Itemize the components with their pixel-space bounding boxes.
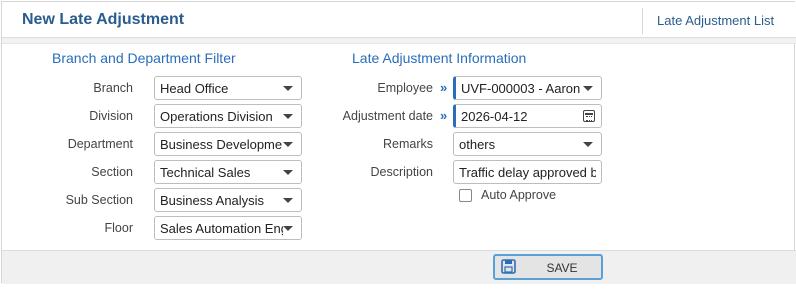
calendar-icon[interactable] (583, 110, 595, 122)
adjustment-date-label: Adjustment date (342, 109, 433, 123)
division-label: Division (89, 109, 133, 123)
employee-select[interactable]: UVF-000003 - Aaron (453, 76, 602, 100)
adjustment-date-value: 2026-04-12 (461, 109, 528, 124)
sub-section-select[interactable]: Business Analysis (154, 188, 302, 212)
description-label: Description (370, 165, 433, 179)
save-label: SAVE (546, 261, 578, 275)
double-chevron-right-icon: » (440, 108, 448, 123)
auto-approve-label: Auto Approve (481, 188, 557, 202)
description-input[interactable]: Traffic delay approved b (453, 160, 602, 184)
remarks-value: others (459, 137, 496, 152)
department-label: Department (67, 137, 133, 151)
floor-label: Floor (104, 221, 133, 235)
caret-down-icon (583, 142, 593, 147)
section-label: Section (91, 165, 133, 179)
late-adjustment-form: New Late Adjustment Late Adjustment List… (1, 1, 796, 284)
header-divider (642, 8, 643, 34)
double-chevron-right-icon: » (440, 80, 448, 95)
caret-down-icon (283, 170, 293, 175)
page-header: New Late Adjustment Late Adjustment List (2, 2, 796, 38)
save-button[interactable]: SAVE (493, 254, 603, 280)
branch-label: Branch (93, 81, 133, 95)
sub-section-label: Sub Section (65, 193, 133, 207)
remarks-label: Remarks (382, 137, 433, 151)
sub-section-value: Business Analysis (160, 193, 265, 208)
floor-value: Sales Automation Eng (160, 221, 283, 236)
caret-down-icon (283, 86, 293, 91)
employee-label: Employee (377, 81, 433, 95)
caret-down-icon (583, 86, 593, 91)
section-select[interactable]: Technical Sales (154, 160, 302, 184)
description-value: Traffic delay approved b (459, 165, 596, 180)
department-select[interactable]: Business Developmen (154, 132, 302, 156)
floppy-disk-icon (495, 256, 523, 278)
adjustment-date-input[interactable]: 2026-04-12 (453, 104, 602, 128)
caret-down-icon (283, 142, 293, 147)
branch-select[interactable]: Head Office (154, 76, 302, 100)
caret-down-icon (283, 114, 293, 119)
page-title: New Late Adjustment (22, 11, 185, 28)
form-footer: SAVE (2, 250, 796, 284)
division-value: Operations Division (160, 109, 273, 124)
department-value: Business Developmen (160, 137, 283, 152)
caret-down-icon (283, 198, 293, 203)
employee-value: UVF-000003 - Aaron (461, 81, 581, 96)
caret-down-icon (283, 226, 293, 231)
late-adjustment-list-link[interactable]: Late Adjustment List (657, 13, 774, 28)
filter-section-title: Branch and Department Filter (52, 50, 236, 66)
auto-approve-checkbox[interactable] (459, 189, 472, 202)
division-select[interactable]: Operations Division (154, 104, 302, 128)
floor-select[interactable]: Sales Automation Eng (154, 216, 302, 240)
section-value: Technical Sales (160, 165, 251, 180)
header-strip (2, 38, 796, 44)
branch-value: Head Office (160, 81, 229, 96)
info-section-title: Late Adjustment Information (352, 50, 527, 66)
remarks-select[interactable]: others (453, 132, 602, 156)
